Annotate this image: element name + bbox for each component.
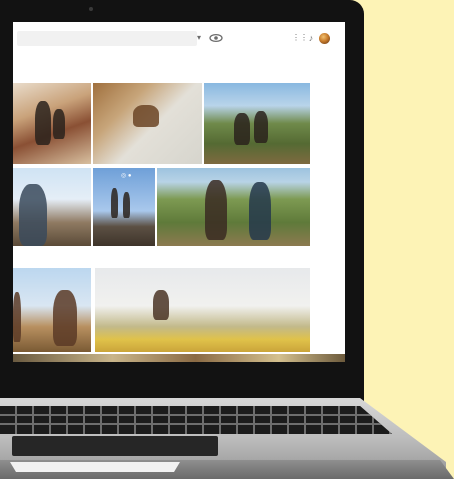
photo-group-celebrating-hill[interactable] xyxy=(157,168,310,246)
person-figure xyxy=(19,184,47,246)
chevron-down-icon[interactable]: ▾ xyxy=(194,32,204,44)
photo-people-posing-rocks[interactable] xyxy=(13,83,91,164)
person-figure xyxy=(123,192,130,218)
notifications-icon[interactable]: ♪ xyxy=(306,32,316,44)
person-figure xyxy=(205,180,227,240)
person-figure xyxy=(249,182,271,240)
laptop-lid: ▾ ⋮⋮ ♪ ◎ ● xyxy=(0,0,364,402)
avatar[interactable] xyxy=(319,33,330,44)
keyboard-row-divider xyxy=(0,414,392,416)
photo-person-jumping-meadow[interactable] xyxy=(95,268,310,352)
photo-badge-icon: ◎ ● xyxy=(121,173,132,179)
trackpad xyxy=(12,436,218,456)
app-toolbar: ▾ ⋮⋮ ♪ xyxy=(13,22,345,54)
photo-rock-closeup[interactable] xyxy=(93,83,202,164)
person-figure xyxy=(111,188,118,218)
photo-two-people-on-rock[interactable]: ◎ ● xyxy=(93,168,155,246)
laptop-base-lip xyxy=(10,462,180,472)
person-figure xyxy=(35,101,51,145)
laptop-hinge xyxy=(0,362,364,402)
photo-man-pointing-sky[interactable] xyxy=(13,168,91,246)
person-figure xyxy=(254,111,268,143)
keyboard-row-divider xyxy=(0,423,392,425)
eye-icon[interactable] xyxy=(209,32,223,44)
photo-couple-sitting-hillside[interactable] xyxy=(204,83,310,164)
rock-shape xyxy=(133,105,159,127)
photo-bottom-row-partial[interactable] xyxy=(13,354,345,362)
laptop-screen: ▾ ⋮⋮ ♪ ◎ ● xyxy=(13,22,345,362)
apps-grid-icon[interactable]: ⋮⋮ xyxy=(292,32,308,44)
webcam xyxy=(89,7,93,11)
person-figure xyxy=(234,113,250,145)
person-figure xyxy=(13,292,21,342)
person-figure xyxy=(53,109,65,139)
search-input[interactable] xyxy=(17,31,197,46)
person-figure xyxy=(53,290,77,346)
keyboard xyxy=(0,406,392,434)
eye-icon-graphic xyxy=(209,33,223,43)
photo-woman-with-backpack[interactable] xyxy=(13,268,91,352)
person-figure xyxy=(153,290,169,320)
laptop-scene: ▾ ⋮⋮ ♪ ◎ ● xyxy=(0,0,454,479)
